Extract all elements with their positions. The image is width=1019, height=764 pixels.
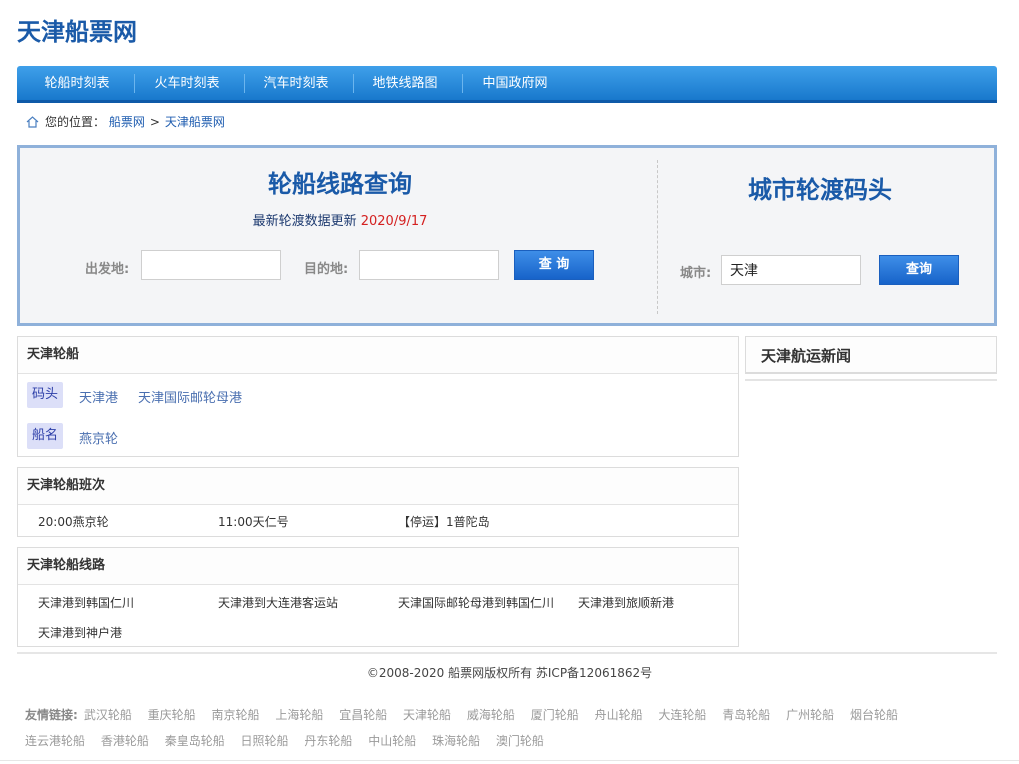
- friend-link[interactable]: 上海轮船: [275, 708, 323, 722]
- city-label: 城市:: [680, 266, 712, 281]
- nav-item-gov[interactable]: 中国政府网: [465, 66, 565, 100]
- to-input[interactable]: [359, 250, 499, 280]
- route-link[interactable]: 天津国际邮轮母港到韩国仁川: [398, 594, 554, 611]
- search-divider: [657, 160, 658, 314]
- pier-link[interactable]: 天津国际邮轮母港: [138, 387, 242, 406]
- friend-link[interactable]: 烟台轮船: [850, 708, 898, 722]
- city-search-button[interactable]: 查询: [879, 255, 959, 285]
- copyright-text: ©2008-2020 船票网版权所有 苏ICP备12061862号: [366, 666, 653, 680]
- routes-panel-title: 天津轮船线路: [18, 548, 738, 585]
- route-link[interactable]: 天津港到韩国仁川: [38, 594, 134, 611]
- breadcrumb: 您的位置： 船票网 > 天津船票网: [26, 114, 225, 130]
- breadcrumb-separator: >: [149, 115, 160, 129]
- pier-tag: 码头: [27, 382, 63, 408]
- news-divider: [745, 379, 997, 381]
- nav-item-bus-timetable[interactable]: 汽车时刻表: [246, 66, 346, 100]
- friend-link[interactable]: 香港轮船: [101, 734, 149, 748]
- friend-link[interactable]: 澳门轮船: [496, 734, 544, 748]
- breadcrumb-link-current[interactable]: 天津船票网: [165, 115, 225, 129]
- breadcrumb-link-home[interactable]: 船票网: [109, 115, 145, 129]
- bottom-divider: [0, 760, 1019, 761]
- friend-link[interactable]: 中山轮船: [368, 734, 416, 748]
- friend-link[interactable]: 宜昌轮船: [339, 708, 387, 722]
- friend-links: 友情链接: 武汉轮船 重庆轮船 南京轮船 上海轮船 宜昌轮船 天津轮船 威海轮船 …: [25, 702, 980, 754]
- nav-item-ship-timetable[interactable]: 轮船时刻表: [27, 66, 127, 100]
- friend-link[interactable]: 重庆轮船: [148, 708, 196, 722]
- breadcrumb-prefix: 您的位置：: [45, 115, 106, 129]
- ships-panel-title: 天津轮船: [18, 337, 738, 374]
- nav-divider: [244, 74, 245, 93]
- ship-link[interactable]: 燕京轮: [79, 428, 118, 447]
- friend-link[interactable]: 威海轮船: [467, 708, 515, 722]
- friend-link[interactable]: 青岛轮船: [722, 708, 770, 722]
- news-panel-title: 天津航运新闻: [745, 336, 997, 374]
- ships-panel: 天津轮船 码头 天津港 天津国际邮轮母港 船名 燕京轮: [17, 336, 739, 457]
- update-date: 2020/9/17: [360, 214, 428, 229]
- friend-link[interactable]: 天津轮船: [403, 708, 451, 722]
- schedule-item[interactable]: 11:00天仁号: [218, 513, 289, 530]
- friend-link[interactable]: 南京轮船: [212, 708, 260, 722]
- update-text: 最新轮渡数据更新: [252, 214, 357, 229]
- friend-links-label: 友情链接:: [25, 708, 78, 722]
- friend-link[interactable]: 连云港轮船: [25, 734, 85, 748]
- to-label: 目的地:: [304, 262, 349, 277]
- schedule-item[interactable]: 20:00燕京轮: [38, 513, 109, 530]
- from-label: 出发地:: [85, 262, 130, 277]
- friend-link[interactable]: 舟山轮船: [595, 708, 643, 722]
- home-icon[interactable]: [26, 116, 40, 132]
- nav-divider: [462, 74, 463, 93]
- friend-link[interactable]: 广州轮船: [786, 708, 834, 722]
- route-link[interactable]: 天津港到神户港: [38, 624, 122, 641]
- friend-link[interactable]: 厦门轮船: [531, 708, 579, 722]
- friend-link[interactable]: 日照轮船: [241, 734, 289, 748]
- routes-panel: 天津轮船线路 天津港到韩国仁川 天津港到大连港客运站 天津国际邮轮母港到韩国仁川…: [17, 547, 739, 647]
- city-search-title: 城市轮渡码头: [748, 176, 892, 204]
- site-logo[interactable]: 天津船票网: [17, 12, 137, 47]
- nav-divider: [134, 74, 135, 93]
- nav-item-train-timetable[interactable]: 火车时刻表: [137, 66, 237, 100]
- update-notice: 最新轮渡数据更新 2020/9/17: [220, 210, 460, 229]
- from-input[interactable]: [141, 250, 281, 280]
- route-search-button[interactable]: 查 询: [514, 250, 594, 280]
- friend-link[interactable]: 秦皇岛轮船: [165, 734, 225, 748]
- route-link[interactable]: 天津港到旅顺新港: [578, 594, 674, 611]
- schedule-item[interactable]: 【停运】1普陀岛: [398, 513, 490, 530]
- schedule-panel-title: 天津轮船班次: [18, 468, 738, 505]
- schedule-panel: 天津轮船班次 20:00燕京轮 11:00天仁号 【停运】1普陀岛: [17, 467, 739, 537]
- friend-link[interactable]: 武汉轮船: [84, 708, 132, 722]
- nav-item-metro-map[interactable]: 地铁线路图: [355, 66, 455, 100]
- friend-link[interactable]: 丹东轮船: [304, 734, 352, 748]
- ship-tag: 船名: [27, 423, 63, 449]
- city-input[interactable]: [721, 255, 861, 285]
- footer-divider: [17, 652, 997, 654]
- friend-link[interactable]: 大连轮船: [658, 708, 706, 722]
- search-box: 轮船线路查询 最新轮渡数据更新 2020/9/17 出发地: 目的地: 查 询 …: [17, 145, 997, 326]
- route-search-title: 轮船线路查询: [268, 170, 412, 198]
- nav-divider: [353, 74, 354, 93]
- route-link[interactable]: 天津港到大连港客运站: [218, 594, 338, 611]
- pier-link[interactable]: 天津港: [79, 387, 118, 406]
- main-nav: 轮船时刻表 火车时刻表 汽车时刻表 地铁线路图 中国政府网: [17, 66, 997, 103]
- friend-link[interactable]: 珠海轮船: [432, 734, 480, 748]
